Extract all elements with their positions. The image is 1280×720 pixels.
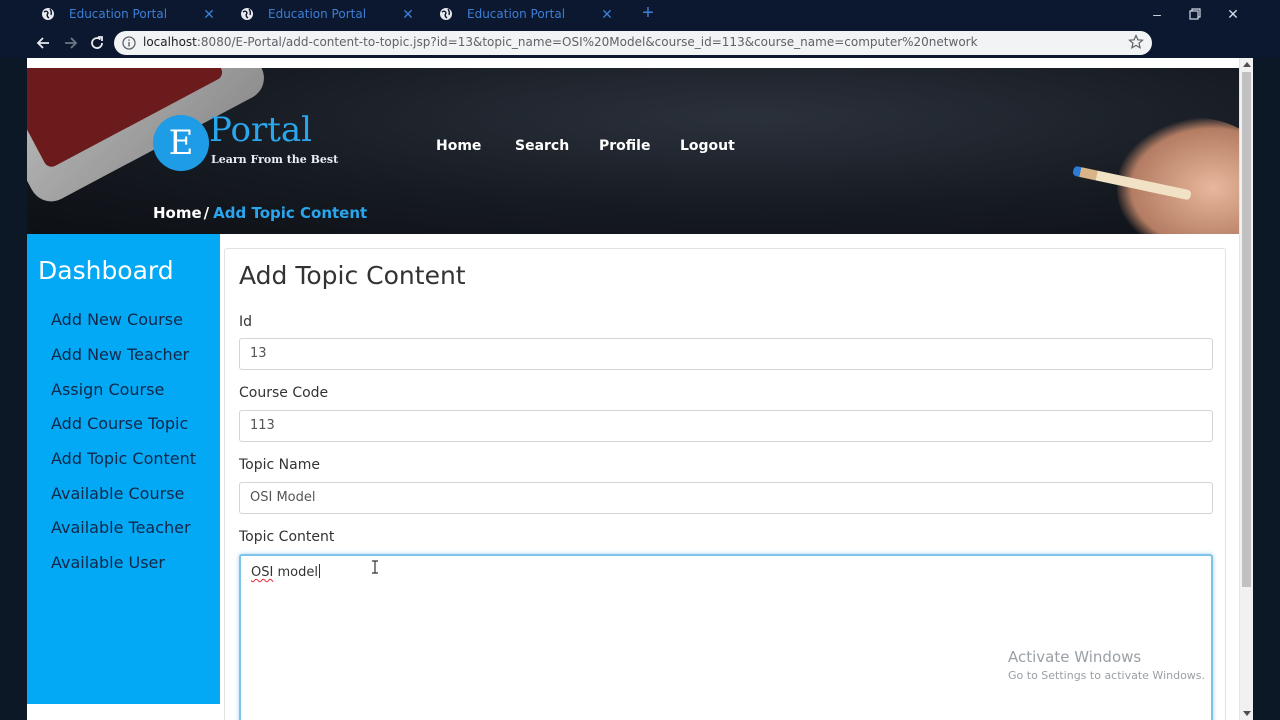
breadcrumb: Home / Add Topic Content	[153, 204, 367, 222]
sidebar-item-add-topic-content[interactable]: Add Topic Content	[51, 449, 196, 468]
globe-icon	[440, 8, 452, 20]
breadcrumb-current: Add Topic Content	[213, 204, 368, 222]
sidebar-item-add-course-topic[interactable]: Add Course Topic	[51, 414, 188, 433]
close-icon[interactable]: ✕	[1223, 4, 1243, 24]
course-code-label: Course Code	[239, 385, 329, 401]
ibeam-cursor-icon	[372, 560, 378, 574]
browser-tab[interactable]: Education Portal ✕	[425, 0, 623, 28]
nav-profile[interactable]: Profile	[599, 138, 650, 154]
misspelled-word: OSI	[251, 565, 274, 580]
page-title: Add Topic Content	[239, 261, 466, 290]
logo-tagline: Learn From the Best	[211, 153, 339, 166]
course-code-field[interactable]: 113	[239, 410, 1213, 442]
topic-content-textarea[interactable]: OSI model	[239, 554, 1213, 720]
nav-search[interactable]: Search	[515, 138, 569, 154]
browser-toolbar: localhost:8080/E-Portal/add-content-to-t…	[0, 28, 1280, 81]
browser-tab[interactable]: Education Portal ✕	[27, 0, 225, 28]
breadcrumb-separator: /	[203, 204, 210, 222]
plus-icon[interactable]: +	[638, 3, 658, 25]
globe-icon	[241, 8, 253, 20]
address-bar[interactable]: localhost:8080/E-Portal/add-content-to-t…	[114, 31, 1152, 55]
watermark-title: Activate Windows	[1008, 648, 1142, 666]
tab-close-icon[interactable]: ✕	[400, 5, 416, 23]
globe-icon	[42, 8, 54, 20]
page-viewport: E Portal Learn From the Best Home Search…	[27, 58, 1253, 720]
url-host: localhost	[143, 35, 197, 49]
reload-icon[interactable]	[87, 33, 107, 53]
dashboard-sidebar: Dashboard Add New Course Add New Teacher…	[27, 234, 220, 704]
tab-close-icon[interactable]: ✕	[201, 5, 217, 23]
scroll-up-icon[interactable]	[1243, 62, 1251, 67]
sidebar-item-add-new-teacher[interactable]: Add New Teacher	[51, 345, 189, 364]
scroll-down-icon[interactable]	[1243, 711, 1251, 716]
sidebar-item-add-new-course[interactable]: Add New Course	[51, 310, 183, 329]
logo-letter: E	[168, 123, 194, 163]
watermark-subtitle: Go to Settings to activate Windows.	[1008, 669, 1206, 682]
sidebar-item-available-course[interactable]: Available Course	[51, 484, 184, 503]
activate-windows-watermark: Activate Windows Go to Settings to activ…	[1008, 648, 1205, 682]
minimize-icon[interactable]: –	[1147, 4, 1167, 24]
tab-title: Education Portal	[268, 7, 367, 21]
page-scrollbar[interactable]	[1239, 58, 1253, 720]
nav-logout[interactable]: Logout	[680, 138, 735, 154]
tab-title: Education Portal	[69, 7, 168, 21]
hand-photo	[1117, 118, 1239, 234]
tab-title: Education Portal	[467, 7, 566, 21]
sidebar-item-available-user[interactable]: Available User	[51, 553, 165, 572]
info-icon[interactable]	[122, 36, 136, 50]
breadcrumb-home[interactable]: Home	[153, 204, 202, 222]
tab-close-icon[interactable]: ✕	[599, 5, 615, 23]
topic-name-field[interactable]: OSI Model	[239, 482, 1213, 514]
id-label: Id	[239, 314, 253, 330]
url-path: :8080/E-Portal/add-content-to-topic.jsp?…	[196, 35, 978, 49]
tab-strip: Education Portal ✕ Education Portal ✕ Ed…	[0, 0, 1280, 28]
site-header: E Portal Learn From the Best Home Search…	[27, 68, 1239, 234]
topic-name-label: Topic Name	[239, 457, 320, 473]
restore-icon[interactable]	[1185, 4, 1205, 24]
sidebar-item-available-teacher[interactable]: Available Teacher	[51, 518, 191, 537]
text-caret	[318, 564, 320, 578]
sidebar-item-assign-course[interactable]: Assign Course	[51, 380, 164, 399]
sidebar-heading: Dashboard	[38, 256, 174, 285]
textarea-text: model	[273, 565, 318, 580]
url-text: localhost:8080/E-Portal/add-content-to-t…	[143, 35, 978, 49]
nav-home[interactable]: Home	[436, 138, 481, 154]
browser-tab-active[interactable]: Education Portal ✕	[226, 0, 424, 28]
id-field[interactable]: 13	[239, 338, 1213, 370]
topic-content-label: Topic Content	[239, 529, 335, 545]
arrow-left-icon[interactable]	[34, 33, 54, 53]
star-icon[interactable]	[1128, 34, 1144, 50]
scrollbar-thumb[interactable]	[1242, 72, 1251, 587]
site-logo[interactable]: E Portal Learn From the Best	[153, 110, 338, 172]
arrow-right-icon[interactable]	[60, 33, 80, 53]
logo-word: Portal	[209, 110, 313, 150]
